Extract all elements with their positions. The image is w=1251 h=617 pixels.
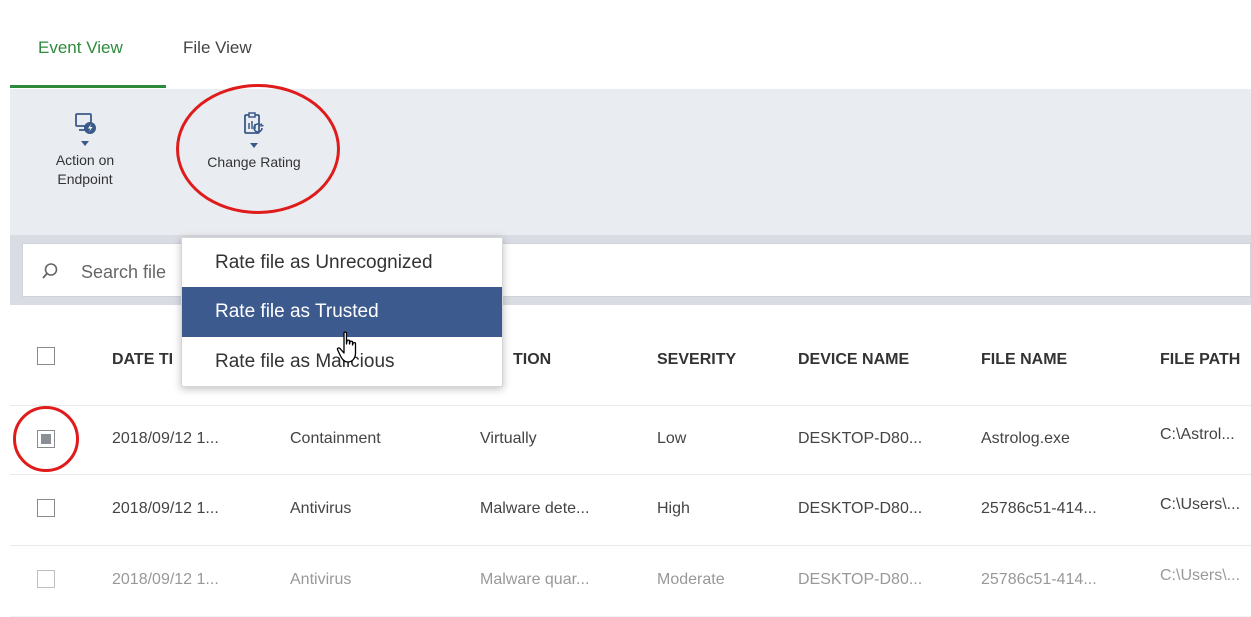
action-on-endpoint-label-line1: Action on (55, 152, 115, 168)
cell-date-time: 2018/09/12 1... (112, 571, 219, 588)
menu-item-rate-unrecognized[interactable]: Rate file as Unrecognized (182, 238, 502, 288)
action-on-endpoint-label-line2: Endpoint (57, 171, 113, 187)
row-checkbox[interactable] (37, 570, 55, 588)
row-checkbox[interactable] (37, 430, 55, 448)
tab-event-view[interactable]: Event View (38, 38, 123, 58)
clipboard-refresh-icon (244, 112, 264, 134)
cell-action: Malware dete... (480, 500, 590, 517)
change-rating-label: Change Rating (207, 154, 301, 170)
table-row[interactable]: 2018/09/12 1... Containment Virtually Lo… (10, 405, 1251, 475)
column-header-date-time[interactable]: DATE TI (112, 351, 173, 369)
cell-device-name: DESKTOP-D80... (798, 571, 923, 588)
cell-date-time: 2018/09/12 1... (112, 500, 219, 517)
cell-source: Containment (290, 430, 381, 447)
cell-source: Antivirus (290, 571, 352, 588)
action-on-endpoint-button[interactable]: Action on Endpoint (40, 111, 130, 187)
cell-file-name: Astrolog.exe (981, 430, 1070, 447)
cell-file-path: C:\Users\... (1160, 496, 1241, 513)
chevron-down-icon (81, 141, 89, 146)
cell-device-name: DESKTOP-D80... (798, 430, 923, 447)
column-header-action[interactable]: TION (513, 351, 551, 369)
chevron-down-icon (250, 143, 258, 148)
cell-file-name: 25786c51-414... (981, 571, 1097, 588)
change-rating-button[interactable]: Change Rating (194, 111, 314, 170)
cell-action: Malware quar... (480, 571, 590, 588)
tab-bar: Event View File View (10, 0, 1251, 90)
cell-file-name: 25786c51-414... (981, 500, 1097, 517)
cell-date-time: 2018/09/12 1... (112, 430, 219, 447)
tab-file-view[interactable]: File View (183, 38, 252, 58)
cell-severity: Moderate (657, 571, 725, 588)
cell-file-path: C:\Users\... (1160, 567, 1241, 584)
active-tab-indicator (10, 85, 166, 88)
hand-cursor-icon (336, 331, 357, 363)
column-header-device-name[interactable]: DEVICE NAME (798, 351, 909, 369)
cell-device-name: DESKTOP-D80... (798, 500, 923, 517)
cell-severity: Low (657, 430, 687, 447)
table-row[interactable]: 2018/09/12 1... Antivirus Malware dete..… (10, 474, 1251, 546)
toolbar: Action on Endpoint Change Rating (10, 89, 1251, 235)
cell-file-path: C:\Astrol... (1160, 426, 1235, 443)
column-header-file-name[interactable]: FILE NAME (981, 351, 1067, 369)
select-all-checkbox[interactable] (37, 347, 55, 365)
column-header-severity[interactable]: SEVERITY (657, 351, 736, 369)
table-row[interactable]: 2018/09/12 1... Antivirus Malware quar..… (10, 545, 1251, 617)
menu-item-rate-trusted[interactable]: Rate file as Trusted (182, 287, 502, 337)
cell-source: Antivirus (290, 500, 352, 517)
cell-action: Virtually (480, 430, 537, 447)
column-header-file-path[interactable]: FILE PATH (1160, 351, 1240, 369)
search-icon (42, 263, 58, 279)
row-checkbox[interactable] (37, 499, 55, 517)
cell-severity: High (657, 500, 690, 517)
monitor-lightning-icon (75, 113, 96, 134)
